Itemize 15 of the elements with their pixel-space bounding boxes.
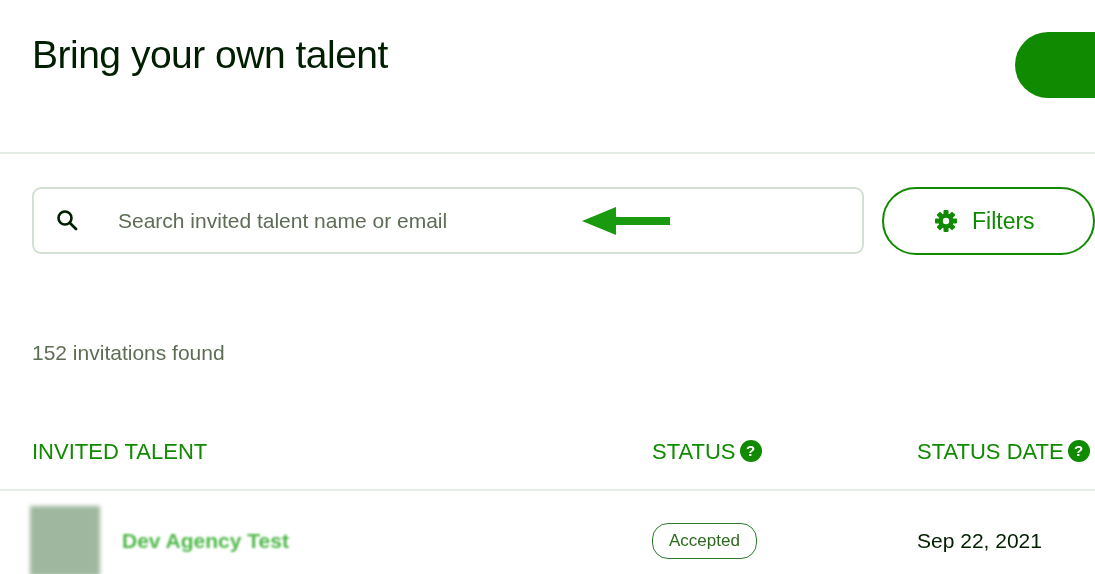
column-header: STATUS [652, 437, 736, 466]
column-header: STATUS DATE [917, 437, 1064, 466]
help-icon[interactable]: ? [739, 440, 762, 462]
filters-button[interactable]: Filters [882, 187, 1095, 255]
column-header: INVITED TALENT [32, 437, 208, 466]
search-field[interactable]: Search invited talent name or email [32, 187, 864, 254]
status-badge: Accepted [652, 523, 757, 559]
avatar-placeholder [30, 506, 100, 574]
help-icon[interactable]: ? [1067, 440, 1090, 462]
page-title: Bring your own talent [32, 32, 388, 78]
search-icon [56, 209, 78, 231]
result-count: 152 invitations found [31, 340, 226, 366]
primary-button[interactable] [1015, 32, 1095, 98]
gear-icon [934, 209, 958, 233]
status-date: Sep 22, 2021 [917, 528, 1042, 555]
